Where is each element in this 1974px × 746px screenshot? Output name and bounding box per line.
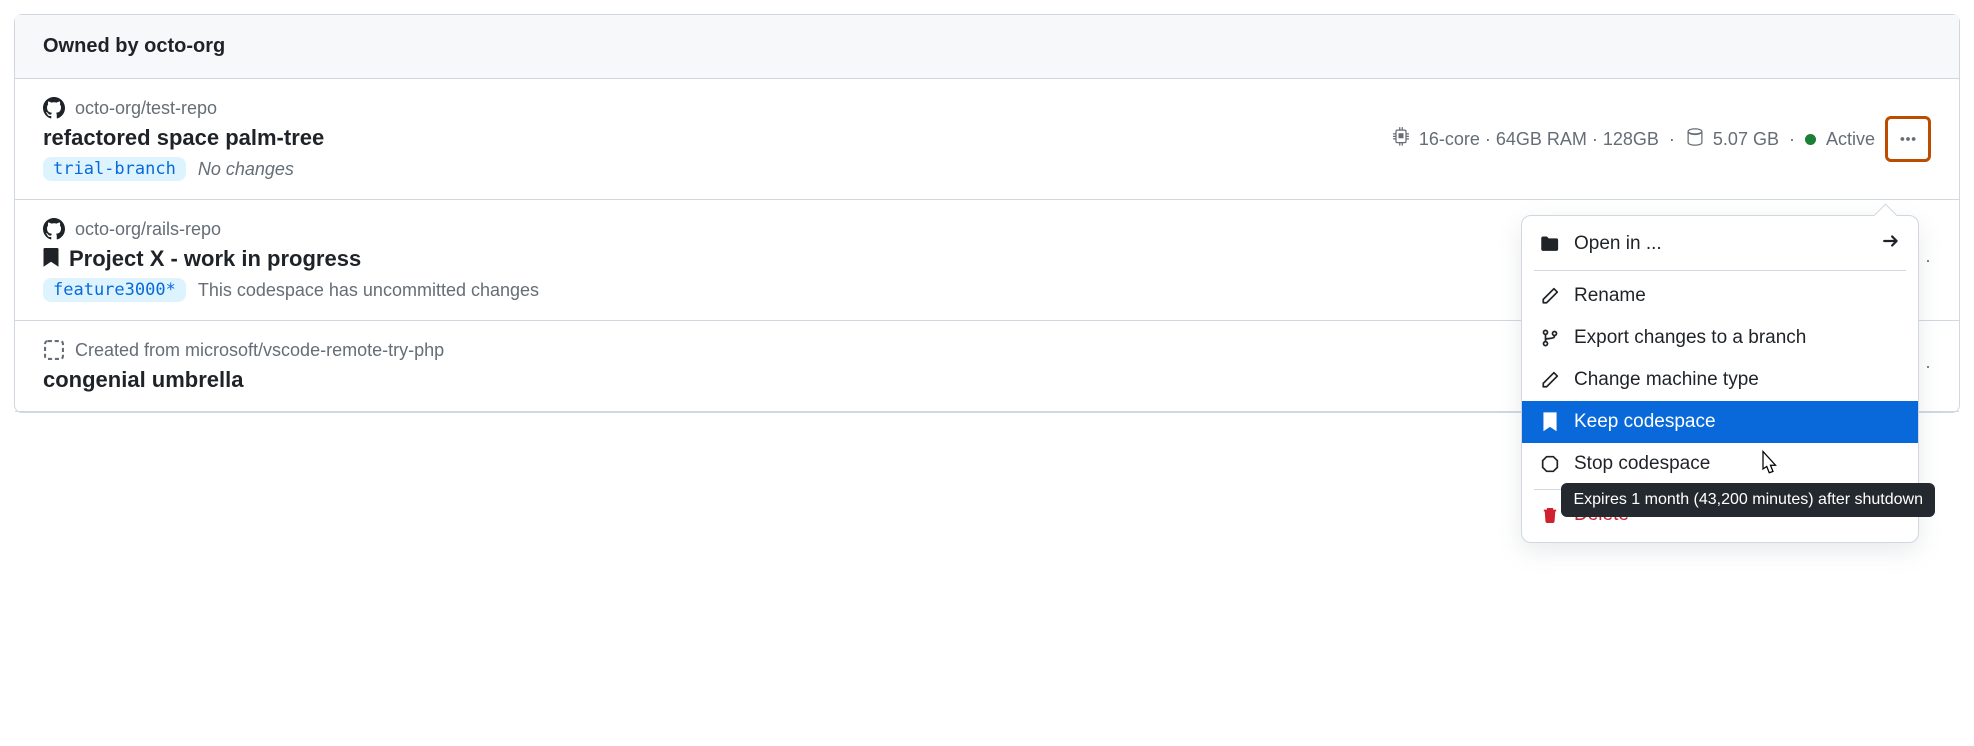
pencil-icon [1540,287,1560,305]
owner-title: Owned by octo-org [43,35,1931,58]
folder-icon [1540,234,1560,254]
pencil-icon [1540,371,1560,389]
repo-name: Created from microsoft/vscode-remote-try… [75,340,444,361]
stop-icon [1540,455,1560,473]
menu-stop-codespace[interactable]: Stop codespace [1522,443,1918,485]
kebab-menu-button[interactable] [1885,116,1931,162]
keep-tooltip: Expires 1 month (43,200 minutes) after s… [1561,483,1935,517]
codespace-row: octo-org/test-repo refactored space palm… [15,79,1959,200]
status-text: Active [1826,129,1875,150]
codespaces-panel: Owned by octo-org octo-org/test-repo ref… [14,14,1960,413]
changes-text: No changes [198,159,294,180]
menu-rename[interactable]: Rename [1522,275,1918,317]
menu-keep-codespace[interactable]: Keep codespace [1522,401,1918,443]
database-icon [1685,127,1705,152]
menu-open-in[interactable]: Open in ... [1522,222,1918,266]
menu-separator [1534,270,1906,271]
codespace-name-link[interactable]: Project X - work in progress [69,246,361,272]
codespace-name-link[interactable]: refactored space palm-tree [43,125,324,151]
specs-text: 16-core · 64GB RAM · 128GB [1419,129,1659,150]
branch-pill[interactable]: feature3000* [43,278,186,302]
github-icon [43,218,65,240]
arrow-right-icon [1882,232,1900,256]
status-dot-icon [1805,134,1816,145]
menu-export-branch[interactable]: Export changes to a branch [1522,317,1918,359]
panel-header: Owned by octo-org [15,15,1959,79]
menu-change-machine[interactable]: Change machine type [1522,359,1918,401]
bookmark-icon [43,248,59,271]
cpu-icon [1391,127,1411,152]
changes-text: This codespace has uncommitted changes [198,280,539,301]
bookmark-outline-icon [1540,412,1560,432]
repo-name[interactable]: octo-org/rails-repo [75,219,221,240]
storage-text: 5.07 GB [1713,129,1779,150]
repo-name[interactable]: octo-org/test-repo [75,98,217,119]
trash-icon [1540,506,1560,524]
git-branch-icon [1540,329,1560,347]
branch-pill[interactable]: trial-branch [43,157,186,181]
template-icon [43,339,65,361]
codespace-name-link[interactable]: congenial umbrella [43,367,244,393]
github-icon [43,97,65,119]
